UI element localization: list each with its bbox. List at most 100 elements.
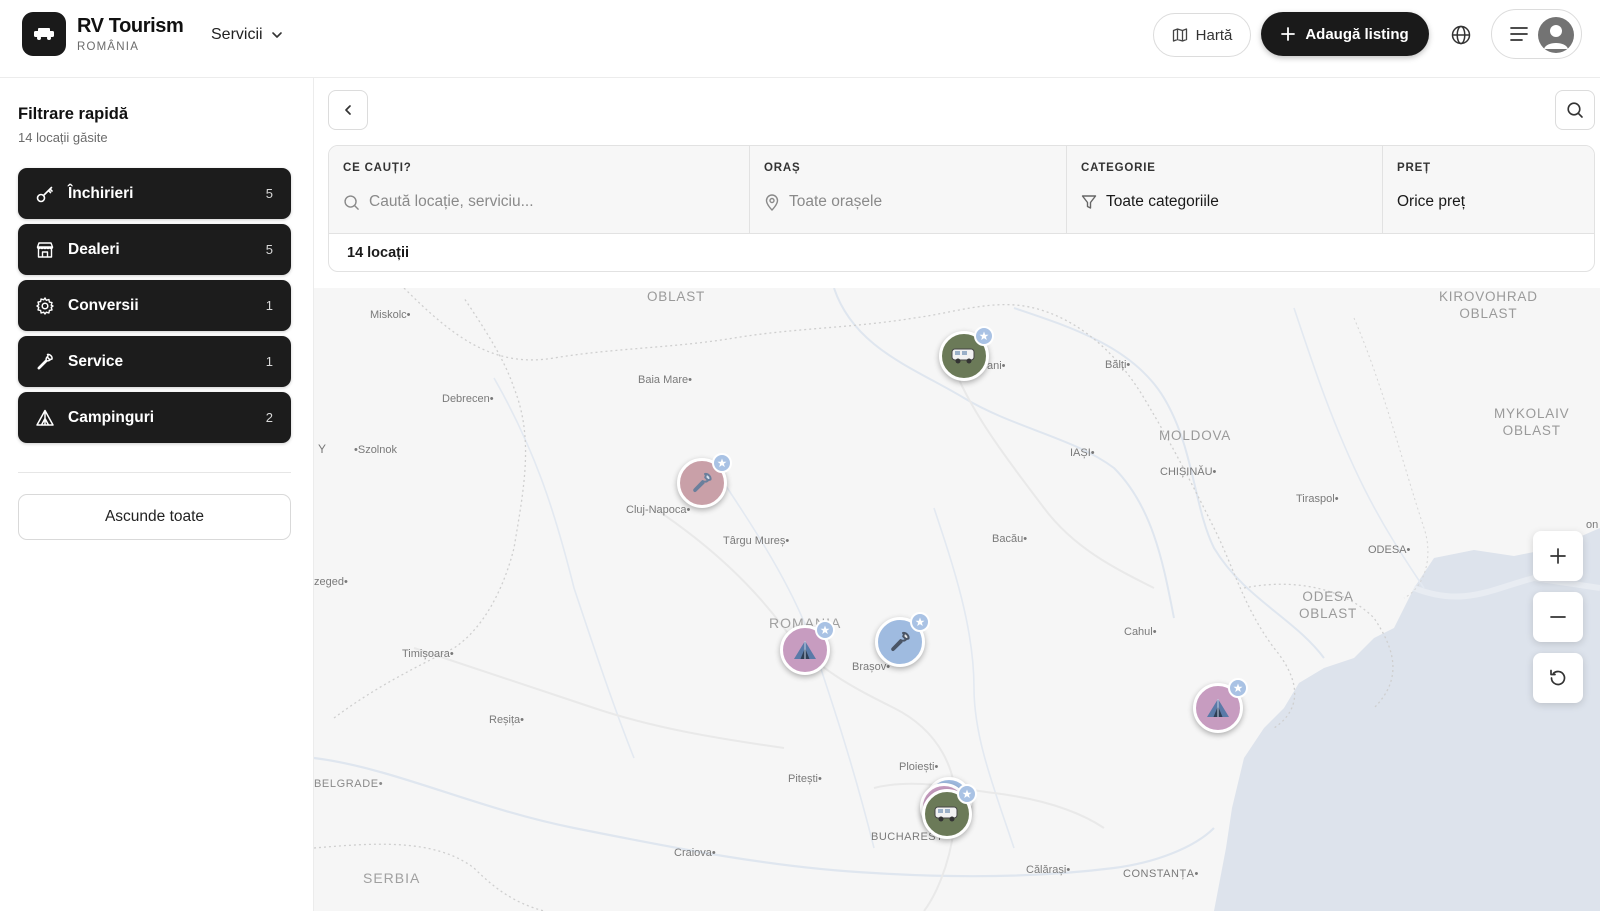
- category-conversions-button[interactable]: Conversii 1: [18, 280, 291, 331]
- city-label: BELGRADE•: [314, 778, 384, 790]
- star-icon: [1228, 678, 1248, 698]
- sidebar-divider: [18, 472, 291, 473]
- category-dealers-button[interactable]: Dealeri 5: [18, 224, 291, 275]
- collapse-sidebar-button[interactable]: [328, 90, 368, 130]
- price-value: Orice preț: [1397, 193, 1466, 210]
- search-placeholder: Caută locație, serviciu...: [369, 193, 534, 210]
- city-label: ODESA•: [1368, 544, 1411, 556]
- map-marker-camping[interactable]: [780, 620, 835, 675]
- city-label: Tiraspol•: [1296, 493, 1339, 505]
- filter-label: ORAȘ: [764, 162, 801, 174]
- city-label: Ploiești•: [899, 761, 939, 773]
- wrench-icon: [891, 631, 910, 651]
- add-listing-label: Adaugă listing: [1305, 25, 1409, 43]
- city-label: Timișoara•: [402, 648, 454, 660]
- city-label: Pitești•: [788, 773, 822, 785]
- filter-label: PREȚ: [1397, 162, 1431, 174]
- star-icon: [712, 453, 732, 473]
- city-label: Călărași•: [1026, 864, 1071, 876]
- globe-icon[interactable]: [1450, 24, 1472, 46]
- map-marker-service[interactable]: [875, 612, 930, 667]
- filter-city[interactable]: ORAȘ Toate orașele: [750, 146, 1066, 233]
- add-listing-button[interactable]: Adaugă listing: [1261, 12, 1429, 56]
- price-select[interactable]: Orice preț: [1397, 193, 1465, 211]
- category-campings-button[interactable]: Campinguri 2: [18, 392, 291, 443]
- country-label: SERBIA: [363, 870, 421, 886]
- hide-all-button[interactable]: Ascunde toate: [18, 494, 291, 540]
- city-label: zeged•: [314, 576, 348, 588]
- menu-icon: [1510, 27, 1528, 41]
- sidebar-title: Filtrare rapidă: [18, 105, 129, 123]
- filter-price[interactable]: PREȚ Orice preț: [1383, 146, 1594, 233]
- main-content: CE CAUȚI? Caută locație, serviciu... ORA…: [314, 78, 1600, 911]
- region-label: MOLDOVA: [1159, 428, 1232, 443]
- city-label: •Szolnok: [354, 444, 397, 456]
- map-button-label: Hartă: [1195, 26, 1233, 44]
- category-rentals-button[interactable]: Închirieri 5: [18, 168, 291, 219]
- city-label: Bălți•: [1105, 359, 1131, 371]
- avatar: [1538, 17, 1574, 53]
- category-label: Service: [68, 352, 124, 370]
- wrench-icon: [34, 351, 56, 373]
- category-count: 2: [265, 410, 273, 425]
- sidebar-results-count: 14 locații găsite: [18, 130, 108, 145]
- filter-funnel-icon: [1081, 195, 1097, 209]
- map-marker-rental[interactable]: [922, 784, 977, 839]
- search-input[interactable]: Caută locație, serviciu...: [343, 193, 534, 211]
- filter-panel: CE CAUȚI? Caută locație, serviciu... ORA…: [328, 145, 1595, 272]
- sidebar: Filtrare rapidă 14 locații găsite Închir…: [0, 78, 314, 911]
- category-label: Conversii: [68, 296, 139, 314]
- city-label: Y: [318, 442, 327, 456]
- city-label: Cahul•: [1124, 626, 1157, 638]
- city-label: ani•: [987, 360, 1006, 372]
- city-label: Miskolc•: [370, 309, 411, 321]
- filter-what[interactable]: CE CAUȚI? Caută locație, serviciu...: [329, 146, 749, 233]
- region-label: MYKOLAIV OBLAST: [1494, 406, 1570, 438]
- map-marker-camping[interactable]: [1193, 678, 1248, 733]
- search-icon: [1567, 102, 1583, 118]
- tent-icon: [34, 407, 56, 429]
- tent-icon: [1207, 699, 1229, 717]
- category-service-button[interactable]: Service 1: [18, 336, 291, 387]
- filter-label: CATEGORIE: [1081, 162, 1156, 174]
- map-icon: [1172, 28, 1187, 42]
- region-label: KIROVOHRAD OBLAST: [1439, 289, 1538, 321]
- store-icon: [34, 239, 56, 261]
- rv-logo-icon[interactable]: [22, 12, 66, 56]
- category-select[interactable]: Toate categoriile: [1081, 193, 1219, 211]
- city-value: Toate orașele: [789, 193, 883, 210]
- star-icon: [815, 620, 835, 640]
- city-label: CONSTANȚA•: [1123, 868, 1199, 880]
- chevron-down-icon: [271, 32, 282, 38]
- filter-category[interactable]: CATEGORIE Toate categoriile: [1067, 146, 1382, 233]
- rv-icon: [951, 348, 975, 364]
- brand-title[interactable]: RV Tourism: [77, 15, 184, 38]
- filter-label: CE CAUȚI?: [343, 162, 412, 174]
- map-view-button[interactable]: Hartă: [1153, 13, 1251, 57]
- zoom-in-button[interactable]: [1533, 531, 1583, 581]
- city-label: Debrecen•: [442, 393, 494, 405]
- star-icon: [974, 326, 994, 346]
- city-label: Reșița•: [489, 714, 525, 726]
- city-label: Craiova•: [674, 847, 716, 859]
- city-label: IAȘI•: [1070, 447, 1095, 459]
- map-marker-rental[interactable]: [939, 326, 994, 381]
- top-header: RV Tourism ROMÂNIA Servicii Hartă Adaugă…: [0, 0, 1600, 78]
- zoom-out-button[interactable]: [1533, 592, 1583, 642]
- category-value: Toate categoriile: [1106, 193, 1219, 210]
- city-label: Bacău•: [992, 533, 1028, 545]
- category-label: Campinguri: [68, 408, 155, 426]
- tent-icon: [794, 641, 816, 659]
- category-count: 1: [265, 298, 273, 313]
- map-canvas[interactable]: OBLAST KIROVOHRAD OBLAST MOLDOVA MYKOLAI…: [314, 288, 1600, 911]
- brand-subtitle: ROMÂNIA: [77, 41, 140, 53]
- city-select[interactable]: Toate orașele: [764, 193, 882, 211]
- search-button[interactable]: [1555, 90, 1595, 130]
- city-label: Baia Mare•: [638, 374, 692, 386]
- reset-icon: [1550, 669, 1566, 686]
- map-marker-service[interactable]: [677, 453, 732, 508]
- reset-view-button[interactable]: [1533, 653, 1583, 703]
- category-count: 5: [265, 242, 273, 257]
- services-dropdown[interactable]: Servicii: [211, 24, 283, 46]
- user-menu-button[interactable]: [1491, 9, 1582, 59]
